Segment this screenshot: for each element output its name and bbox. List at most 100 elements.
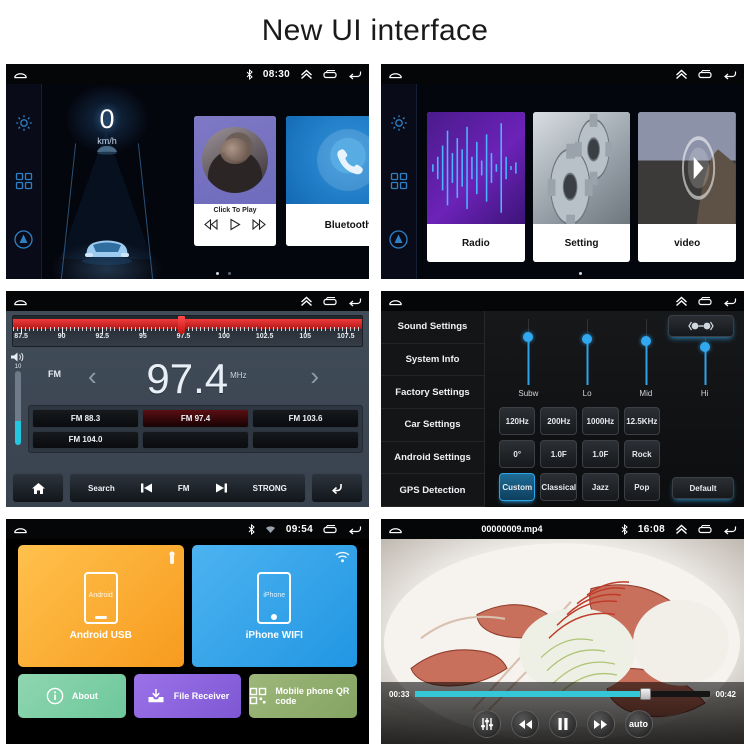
tuner-tick-label: 95 xyxy=(138,333,147,340)
preset-button-3[interactable]: FM 103.6 xyxy=(252,409,359,428)
tile-iphone-wifi[interactable]: iPhone iPhone WIFI xyxy=(191,545,357,667)
circle-a-icon[interactable] xyxy=(13,229,34,250)
band-button[interactable]: FM xyxy=(178,484,190,493)
home-icon[interactable] xyxy=(13,296,28,307)
back-icon[interactable] xyxy=(723,524,737,535)
signal-strength-button[interactable]: STRONG xyxy=(253,484,287,493)
eq-button-200hz[interactable]: 200Hz xyxy=(540,407,578,435)
video-stage[interactable]: 00:33 00:42 auto xyxy=(381,539,744,744)
search-button[interactable]: Search xyxy=(88,484,115,493)
settings-nav-item-car-settings[interactable]: Car Settings xyxy=(381,409,484,442)
page-dot[interactable] xyxy=(579,272,582,275)
chevron-up-icon[interactable] xyxy=(675,69,688,80)
music-card[interactable]: Click To Play xyxy=(194,116,276,246)
balance-fader-button[interactable] xyxy=(668,315,734,337)
equalizer-button[interactable] xyxy=(472,710,501,738)
home-icon[interactable] xyxy=(388,69,403,80)
eq-slider-knob[interactable] xyxy=(523,332,534,342)
tile-qr-code[interactable]: Mobile phone QR code xyxy=(249,674,358,718)
eq-button-jazz[interactable]: Jazz xyxy=(582,473,619,501)
chevron-up-icon[interactable] xyxy=(300,296,313,307)
home-icon[interactable] xyxy=(13,524,28,535)
grid-icon[interactable] xyxy=(389,171,409,191)
eq-slider-knob[interactable] xyxy=(640,336,651,346)
gear-icon[interactable] xyxy=(14,113,34,133)
chevron-up-icon[interactable] xyxy=(675,524,688,535)
video-seek-handle[interactable] xyxy=(639,688,651,700)
auto-button[interactable]: auto xyxy=(624,710,653,738)
bluetooth-card[interactable]: Bluetooth xyxy=(286,116,369,246)
video-seek-bar[interactable] xyxy=(415,688,710,700)
eq-button-0-[interactable]: 0° xyxy=(499,440,536,468)
volume-control[interactable]: 10 xyxy=(10,351,26,445)
back-icon[interactable] xyxy=(723,296,737,307)
next-button[interactable] xyxy=(586,710,615,738)
recent-apps-icon[interactable] xyxy=(698,69,713,80)
next-icon[interactable] xyxy=(252,219,266,230)
preset-button-4[interactable]: FM 104.0 xyxy=(32,430,139,449)
eq-button-120hz[interactable]: 120Hz xyxy=(499,407,536,435)
home-icon[interactable] xyxy=(13,69,28,80)
tuner-scale[interactable]: 87.5 90 92.5 95 97.5 100 102.5 105 107.5 xyxy=(12,315,363,347)
app-card-video[interactable]: video xyxy=(638,112,737,262)
home-icon[interactable] xyxy=(388,524,403,535)
preset-button-5[interactable] xyxy=(142,430,249,449)
eq-slider-subw[interactable]: Subw xyxy=(499,319,558,403)
preset-button-6[interactable] xyxy=(252,430,359,449)
recent-apps-icon[interactable] xyxy=(323,69,338,80)
back-icon[interactable] xyxy=(723,69,737,80)
default-button[interactable]: Default xyxy=(672,477,734,499)
back-icon[interactable] xyxy=(348,69,362,80)
settings-nav-item-sound-settings[interactable]: Sound Settings xyxy=(381,311,484,344)
prev-button[interactable] xyxy=(510,710,539,738)
recent-apps-icon[interactable] xyxy=(323,524,338,535)
tuner-cursor[interactable] xyxy=(178,316,186,334)
pause-button[interactable] xyxy=(548,710,577,738)
page-dot[interactable] xyxy=(228,272,231,275)
chevron-up-icon[interactable] xyxy=(675,296,688,307)
eq-button-pop[interactable]: Pop xyxy=(623,473,660,501)
recent-apps-icon[interactable] xyxy=(698,296,713,307)
settings-nav-item-factory-settings[interactable]: Factory Settings xyxy=(381,376,484,409)
home-icon[interactable] xyxy=(388,296,403,307)
eq-button-rock[interactable]: Rock xyxy=(623,440,660,468)
back-button[interactable] xyxy=(311,473,363,503)
settings-nav-item-system-info[interactable]: System Info xyxy=(381,344,484,377)
play-icon[interactable] xyxy=(229,218,241,231)
eq-button-1-0f[interactable]: 1.0F xyxy=(540,440,578,468)
app-card-setting[interactable]: Setting xyxy=(532,112,631,262)
eq-button-custom[interactable]: Custom xyxy=(499,473,536,501)
eq-slider-knob[interactable] xyxy=(699,342,710,352)
recent-apps-icon[interactable] xyxy=(698,524,713,535)
preset-button-1[interactable]: FM 88.3 xyxy=(32,409,139,428)
back-icon[interactable] xyxy=(348,524,362,535)
recent-apps-icon[interactable] xyxy=(323,296,338,307)
eq-button-classical[interactable]: Classical xyxy=(540,473,578,501)
app-card-radio[interactable]: Radio xyxy=(427,112,525,262)
skip-next-icon[interactable] xyxy=(214,482,229,494)
back-icon[interactable] xyxy=(348,296,362,307)
tuner-tick-label: 100 xyxy=(218,333,230,340)
tile-android-usb[interactable]: Android Android USB xyxy=(18,545,184,667)
page-dot[interactable] xyxy=(216,272,219,275)
chevron-up-icon[interactable] xyxy=(300,69,313,80)
tile-about[interactable]: About xyxy=(18,674,126,718)
circle-a-icon[interactable] xyxy=(388,229,409,250)
eq-slider-knob[interactable] xyxy=(582,334,593,344)
chevron-right-icon[interactable]: › xyxy=(310,361,319,392)
tile-file-receiver[interactable]: File Receiver xyxy=(133,674,242,718)
settings-nav-item-gps-detection[interactable]: GPS Detection xyxy=(381,474,484,507)
eq-slider-lo[interactable]: Lo xyxy=(558,319,617,403)
skip-prev-icon[interactable] xyxy=(139,482,154,494)
eq-slider-mid[interactable]: Mid xyxy=(617,319,676,403)
preset-button-2[interactable]: FM 97.4 xyxy=(142,409,249,428)
eq-button-1000hz[interactable]: 1000Hz xyxy=(582,407,619,435)
prev-icon[interactable] xyxy=(204,219,218,230)
eq-button-12-5khz[interactable]: 12.5KHz xyxy=(623,407,660,435)
eq-button-1-0f[interactable]: 1.0F xyxy=(582,440,619,468)
grid-icon[interactable] xyxy=(14,171,34,191)
volume-track[interactable] xyxy=(15,371,21,445)
home-button[interactable] xyxy=(12,473,64,503)
gear-icon[interactable] xyxy=(389,113,409,133)
settings-nav-item-android-settings[interactable]: Android Settings xyxy=(381,442,484,475)
